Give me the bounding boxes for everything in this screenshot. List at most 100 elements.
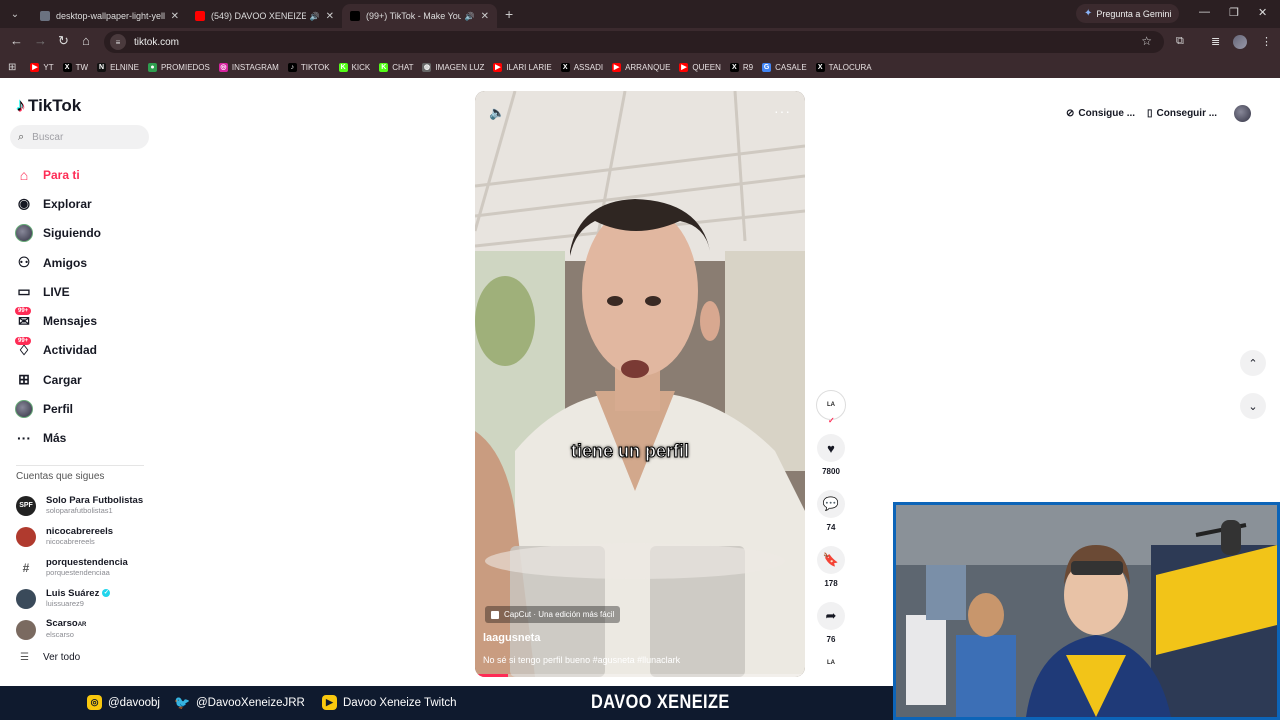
sidebar-item-explorar[interactable]: ◉ Explorar: [14, 189, 101, 218]
url-text: tiktok.com: [134, 36, 180, 48]
video-progress[interactable]: [475, 674, 805, 677]
tab-audio-icon[interactable]: 🔊: [310, 12, 320, 21]
bookmark-item[interactable]: N ELNINE: [97, 62, 139, 72]
notification-badge: 99+: [15, 336, 32, 345]
save-button[interactable]: 🔖: [817, 546, 845, 574]
tab-search-button[interactable]: ⌄: [2, 4, 28, 24]
friends-icon: ⚇: [17, 254, 31, 271]
following-account[interactable]: SPF Solo Para Futbolistas soloparafutbolis…: [16, 490, 143, 521]
following-account[interactable]: Luis Suárez ✓ luissuarez9: [16, 583, 143, 614]
bookmark-item[interactable]: X R9: [729, 62, 753, 72]
home-button[interactable]: ⌂: [82, 34, 90, 48]
tab-close-icon[interactable]: ✕: [481, 11, 489, 22]
reload-button[interactable]: ↻: [58, 34, 69, 48]
sidebar-item-actividad[interactable]: ♢ 99+ Actividad: [14, 336, 101, 365]
comment-button[interactable]: 💬: [817, 490, 845, 518]
site-info-icon[interactable]: ≡: [110, 34, 126, 50]
sidebar-item-label: Perfil: [43, 402, 74, 417]
tab-close-icon[interactable]: ✕: [171, 11, 179, 22]
volume-icon[interactable]: 🔈: [489, 105, 505, 121]
video-author[interactable]: laagusneta: [483, 632, 540, 644]
more-options-icon[interactable]: ···: [774, 103, 791, 119]
sidebar-item-cargar[interactable]: ⊞ Cargar: [14, 365, 101, 394]
next-video-button[interactable]: ⌄: [1240, 393, 1266, 419]
video-actions: LA ✓ ♥ 7800 💬 74 🔖 178 ➦ 76: [813, 390, 849, 644]
twitter-icon: 🐦: [174, 694, 191, 710]
browser-tab[interactable]: desktop-wallpaper-light-yellow ✕: [32, 4, 187, 28]
following-list: SPF Solo Para Futbolistas soloparafutbolis…: [16, 490, 143, 645]
bookmark-item[interactable]: ● PROMIEDOS: [147, 62, 210, 72]
maximize-button[interactable]: ❐: [1229, 6, 1239, 19]
bookmark-item[interactable]: X TW: [62, 62, 88, 72]
following-account[interactable]: ScarsoAR elscarso: [16, 614, 143, 645]
extensions-icon[interactable]: ⧉: [1176, 35, 1184, 48]
account-handle: porquestendenciaa: [46, 567, 110, 577]
apps-grid-icon[interactable]: ⊞: [8, 62, 16, 73]
see-all-link[interactable]: ☰ Ver todo: [20, 652, 80, 663]
new-tab-button[interactable]: +: [505, 6, 513, 22]
video-progress-fill: [475, 674, 508, 677]
bookmark-item[interactable]: ♪ TIKTOK: [287, 62, 330, 72]
sidebar-item-mensajes[interactable]: ✉ 99+ Mensajes: [14, 306, 101, 335]
sidebar-item-live[interactable]: ▭ LIVE: [14, 277, 101, 306]
previous-video-button[interactable]: ⌃: [1240, 350, 1266, 376]
bookmark-item[interactable]: X TALOCURA: [815, 62, 872, 72]
minimize-button[interactable]: —: [1199, 6, 1210, 18]
search-input[interactable]: ⌕ Buscar: [10, 125, 149, 149]
bookmark-item[interactable]: ▶ QUEEN: [679, 62, 721, 72]
bookmark-item[interactable]: ◎ INSTAGRAM: [218, 62, 279, 72]
browser-toolbar: ← → ↻ ⌂ ≡ tiktok.com ☆ ⧉ ≣ ⋮: [0, 28, 1280, 56]
bookmark-item[interactable]: K KICK: [338, 62, 370, 72]
close-window-button[interactable]: ✕: [1258, 6, 1267, 19]
account-name: Luis Suárez: [46, 587, 100, 599]
tiktok-icon: ♪: [287, 62, 297, 72]
sidebar-item-siguiendo[interactable]: Siguiendo: [14, 219, 101, 248]
sidebar-item-label: Actividad: [43, 343, 98, 358]
sidebar-item-amigos[interactable]: ⚇ Amigos: [14, 248, 101, 277]
sidebar-item-label: Siguiendo: [43, 226, 101, 241]
browser-profile-avatar[interactable]: [1233, 35, 1247, 49]
globe-icon: ◍: [422, 62, 432, 72]
bookmark-label: YT: [43, 62, 54, 72]
bookmark-item[interactable]: X ASSADI: [560, 62, 603, 72]
browser-tab[interactable]: (549) DAVOO XENEIZE REACCIO 🔊 ✕: [187, 4, 342, 28]
tab-close-icon[interactable]: ✕: [326, 11, 334, 22]
forward-button[interactable]: →: [34, 34, 47, 48]
bookmark-item[interactable]: ▶ ARRANQUE: [612, 62, 670, 72]
following-account[interactable]: nicocabrereels nicocabrereels: [16, 521, 143, 552]
sidebar-item-m-s[interactable]: ··· Más: [14, 424, 101, 453]
sidebar-item-para-ti[interactable]: ⌂ Para ti: [14, 160, 101, 189]
share-button[interactable]: ➦: [817, 602, 845, 630]
sidebar-nav: ⌂ Para ti ◉ Explorar Siguiendo ⚇ Amigos ▭ LIVE ✉ 9…: [14, 160, 101, 453]
bookmark-item[interactable]: ▶ ILARI LARIE: [493, 62, 552, 72]
gemini-button[interactable]: ✦ Pregunta a Gemini: [1076, 4, 1180, 23]
bookmark-item[interactable]: G CASALE: [762, 62, 807, 72]
back-button[interactable]: ←: [10, 34, 23, 48]
profile-avatar[interactable]: [1234, 105, 1251, 122]
browser-menu-icon[interactable]: ⋮: [1261, 35, 1272, 48]
sidebar-item-perfil[interactable]: Perfil: [14, 394, 101, 423]
address-bar[interactable]: ≡ tiktok.com ☆: [104, 31, 1164, 53]
sound-disc-icon[interactable]: LA: [816, 651, 846, 675]
get-coins-button[interactable]: ⊘ Consigue ...: [1066, 104, 1135, 122]
follow-check-icon[interactable]: ✓: [828, 416, 835, 425]
author-avatar[interactable]: LA ✓: [816, 390, 846, 425]
like-button[interactable]: ♥: [817, 434, 845, 462]
browser-tab[interactable]: (99+) TikTok - Make Your Da 🔊 ✕: [342, 4, 497, 28]
tiktok-logo[interactable]: ♪ TikTok: [16, 95, 81, 116]
tab-favicon-icon: [350, 11, 360, 21]
capcut-tag[interactable]: CapCut · Una edición más fácil: [485, 606, 621, 623]
bookmark-item[interactable]: K CHAT: [379, 62, 413, 72]
video-player[interactable]: 🔈 ··· tiene un perfil CapCut · Una edici…: [475, 91, 805, 677]
following-title: Cuentas que sigues: [16, 471, 105, 482]
following-account[interactable]: # porquestendencia porquestendenciaa: [16, 552, 143, 583]
bookmark-item[interactable]: ◍ IMAGEN LUZ: [422, 62, 484, 72]
kick-icon: K: [379, 62, 389, 72]
search-icon: ⌕: [18, 130, 25, 143]
media-controls-icon[interactable]: ≣: [1211, 35, 1220, 48]
bookmark-item[interactable]: ▶ YT: [30, 62, 54, 72]
tab-audio-icon[interactable]: 🔊: [465, 12, 475, 21]
bookmark-star-icon[interactable]: ☆: [1141, 34, 1152, 48]
account-name-suffix: AR: [77, 622, 87, 628]
get-app-button[interactable]: ▯ Conseguir ...: [1147, 104, 1217, 122]
